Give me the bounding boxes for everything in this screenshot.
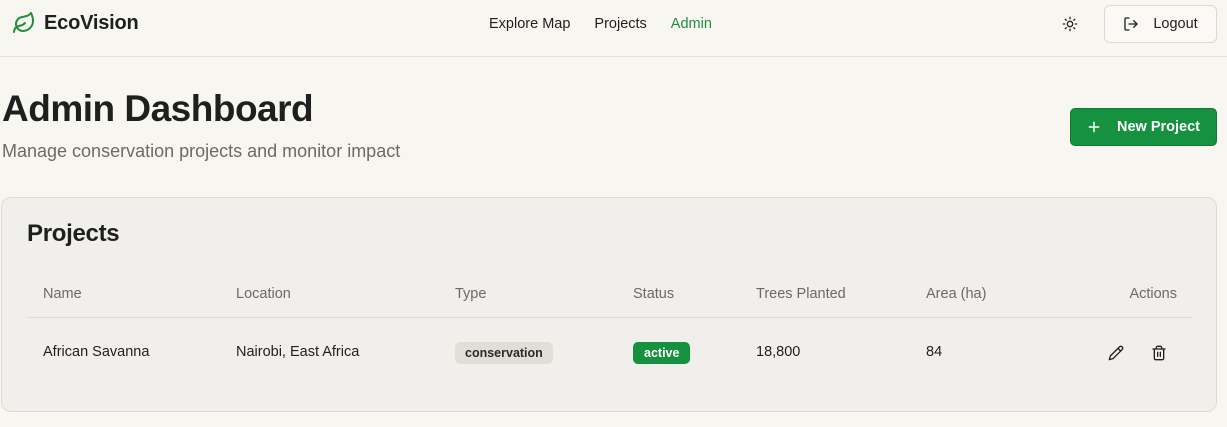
column-header-area: Area (ha) <box>926 286 987 302</box>
brand[interactable]: EcoVision <box>12 11 139 35</box>
new-project-button[interactable]: New Project <box>1070 108 1217 146</box>
cell-trees-planted: 18,800 <box>756 344 801 360</box>
trash-icon <box>1152 345 1166 361</box>
projects-card-title: Projects <box>27 220 120 247</box>
main-nav: Explore Map Projects Admin <box>489 16 712 32</box>
nav-admin[interactable]: Admin <box>671 16 712 32</box>
projects-card: Projects Name Location Type Status Trees… <box>1 197 1217 412</box>
new-project-label: New Project <box>1117 119 1200 135</box>
status-badge: active <box>633 342 691 364</box>
leaf-icon <box>13 12 34 33</box>
logout-button[interactable]: Logout <box>1104 5 1217 43</box>
top-navbar: EcoVision Explore Map Projects Admin Log… <box>0 0 1227 57</box>
page-title: Admin Dashboard <box>2 88 314 129</box>
page-subtitle: Manage conservation projects and monitor… <box>2 141 401 161</box>
column-header-type: Type <box>455 286 487 302</box>
projects-table: Name Location Type Status Trees Planted … <box>27 276 1193 388</box>
plus-icon <box>1088 121 1100 133</box>
column-header-location: Location <box>236 286 291 302</box>
type-badge: conservation <box>455 342 553 364</box>
logout-icon <box>1124 17 1138 31</box>
cell-location: Nairobi, East Africa <box>236 344 360 360</box>
brand-name: EcoVision <box>44 11 139 34</box>
nav-projects[interactable]: Projects <box>594 16 646 32</box>
sun-icon <box>1062 16 1078 32</box>
table-header: Name Location Type Status Trees Planted … <box>27 276 1193 318</box>
column-header-trees-planted: Trees Planted <box>756 286 846 302</box>
logout-label: Logout <box>1153 16 1198 32</box>
theme-toggle-button[interactable] <box>1058 12 1082 36</box>
edit-button[interactable] <box>1105 342 1127 364</box>
table-row: African Savanna Nairobi, East Africa con… <box>27 318 1193 388</box>
delete-button[interactable] <box>1148 342 1170 364</box>
edit-icon <box>1108 345 1124 361</box>
cell-name: African Savanna <box>43 344 150 360</box>
column-header-actions: Actions <box>1129 286 1177 302</box>
cell-area: 84 <box>926 344 943 360</box>
nav-explore-map[interactable]: Explore Map <box>489 16 570 32</box>
column-header-status: Status <box>633 286 675 302</box>
column-header-name: Name <box>43 286 82 302</box>
